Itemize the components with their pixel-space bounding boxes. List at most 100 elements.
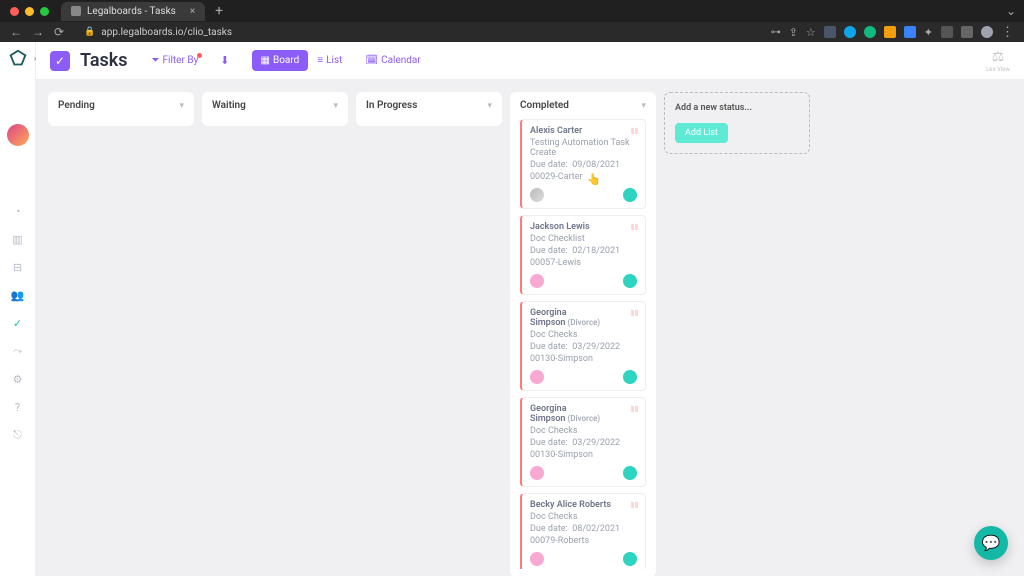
scales-icon: ⚖ [992,49,1005,65]
card-task-title: Doc Checklist [530,234,637,244]
task-card[interactable]: ⦀⦀Georgina Simpson(Divorce)Doc ChecksDue… [520,301,646,391]
minimize-window-icon[interactable] [25,7,34,16]
nav-team-icon[interactable]: 👥 [11,288,25,302]
url-field[interactable]: 🔒 app.legalboards.io/clio_tasks [84,27,232,38]
ext-icon-6[interactable] [941,26,953,38]
lock-icon: 🔒 [84,27,95,37]
card-task-title: Doc Checks [530,512,637,522]
tab-title: Legalboards - Tasks [87,6,176,17]
profile-icon[interactable] [981,26,993,38]
column-completed[interactable]: Completed ▾ ⦀⦀Alexis CarterTesting Autom… [510,92,656,576]
due-label: Due date: [530,438,568,448]
ext-icon-4[interactable] [884,26,896,38]
ext-icon-7[interactable] [961,26,973,38]
forward-button[interactable]: → [32,25,44,39]
nav-help-icon[interactable]: ? [11,400,25,414]
tab-dropdown-icon[interactable]: ⌄ [1006,4,1016,18]
nav-tasks-icon[interactable]: ✓ [11,316,25,330]
card-matter: 00079-Roberts [530,536,637,546]
calendar-icon: 🗓 [365,55,378,66]
due-label: Due date: [530,342,568,352]
assignee-avatar[interactable] [530,370,544,384]
assignee-avatar[interactable] [623,552,637,566]
nav-clients-icon[interactable]: ⊟ [11,260,25,274]
card-client-name: Georgina Simpson(Divorce) [530,308,600,328]
menu-icon[interactable]: ⋮ [1001,25,1014,40]
back-button[interactable]: ← [10,25,22,39]
download-button[interactable]: ⬇ [220,54,229,67]
board-view-button[interactable]: ▦ Board [252,50,309,71]
assignee-avatar[interactable] [623,466,637,480]
assignee-avatar[interactable] [623,274,637,288]
due-date: 09/08/2021 [572,160,620,170]
list-view-button[interactable]: ≡ List [308,50,351,71]
assignee-avatar[interactable] [530,466,544,480]
integration-logo[interactable]: ⚖ Lex View [986,49,1010,73]
add-list-button[interactable]: Add List [675,123,728,143]
task-card[interactable]: ⦀⦀Georgina Simpson(Divorce)Doc ChecksDue… [520,397,646,487]
nav-dashboard-icon[interactable]: ◔ [11,204,25,218]
window-controls[interactable] [10,7,49,16]
column-menu-icon[interactable]: ▾ [179,101,184,111]
card-due-row: Due date: 08/02/2021 [530,524,637,534]
assignee-avatar[interactable] [623,188,637,202]
main-area: ✓ Tasks ⏷ Filter By ⬇ ▦ Board ≡ List [36,42,1024,576]
sidebar-toggle-icon[interactable]: › [34,54,37,64]
due-label: Due date: [530,524,568,534]
column-pending[interactable]: Pending ▾ [48,92,194,126]
card-due-row: Due date: 03/29/2022 [530,342,637,352]
column-waiting[interactable]: Waiting ▾ [202,92,348,126]
chat-icon: 💬 [982,534,1001,552]
chat-widget[interactable]: 💬 [974,526,1008,560]
maximize-window-icon[interactable] [40,7,49,16]
card-avatars [530,188,637,202]
nav-boards-icon[interactable]: ▥ [11,232,25,246]
page-title: Tasks [80,50,128,71]
card-matter: 00057-Lewis [530,258,637,268]
extension-icons: ⊶ ⇪ ☆ ✦ ⋮ [771,25,1014,40]
column-in-progress[interactable]: In Progress ▾ [356,92,502,126]
assignee-avatar[interactable] [623,370,637,384]
star-icon[interactable]: ☆ [806,26,816,39]
kanban-board: Pending ▾ Waiting ▾ In Progress ▾ Comple… [36,80,1024,576]
column-title: In Progress [366,100,417,111]
assignee-avatar[interactable] [530,188,544,202]
topbar: ✓ Tasks ⏷ Filter By ⬇ ▦ Board ≡ List [36,42,1024,80]
filter-button[interactable]: ⏷ Filter By [152,55,199,66]
app-logo[interactable]: › [7,48,29,70]
close-tab-icon[interactable]: × [190,6,195,17]
app-container: › ◔ ▥ ⊟ 👥 ✓ ⤳ ⚙ ? ⎋ ✓ Tasks ⏷ Filter By … [0,42,1024,576]
ext-icon-3[interactable] [864,26,876,38]
ext-icon-1[interactable] [824,26,836,38]
share-icon[interactable]: ⇪ [789,26,798,39]
column-menu-icon[interactable]: ▾ [333,101,338,111]
calendar-label: Calendar [381,55,421,66]
browser-tab[interactable]: Legalboards - Tasks × [61,2,205,21]
ext-icon-5[interactable] [904,26,916,38]
column-title: Completed [520,100,569,111]
new-tab-button[interactable]: + [215,3,223,19]
column-menu-icon[interactable]: ▾ [487,101,492,111]
filter-indicator-icon [197,53,202,58]
card-task-title: Doc Checks [530,426,637,436]
nav-reports-icon[interactable]: ⤳ [11,344,25,358]
nav-settings-icon[interactable]: ⚙ [11,372,25,386]
nav-logout-icon[interactable]: ⎋ [11,428,25,442]
assignee-avatar[interactable] [530,552,544,566]
task-card[interactable]: ⦀⦀Alexis CarterTesting Automation Task C… [520,119,646,209]
list-icon: ≡ [317,55,323,66]
user-avatar[interactable] [7,124,29,146]
task-card[interactable]: ⦀⦀Jackson LewisDoc ChecklistDue date: 02… [520,215,646,295]
card-task-title: Testing Automation Task Create [530,138,637,158]
priority-tag-icon: ⦀⦀ [631,309,638,319]
key-icon[interactable]: ⊶ [771,27,781,38]
task-card[interactable]: ⦀⦀Becky Alice RobertsDoc ChecksDue date:… [520,493,646,569]
column-menu-icon[interactable]: ▾ [641,101,646,111]
puzzle-icon[interactable]: ✦ [924,26,933,39]
tab-favicon [71,6,81,16]
ext-icon-2[interactable] [844,26,856,38]
reload-button[interactable]: ⟳ [54,25,64,39]
close-window-icon[interactable] [10,7,19,16]
calendar-button[interactable]: 🗓 Calendar [365,55,420,66]
assignee-avatar[interactable] [530,274,544,288]
